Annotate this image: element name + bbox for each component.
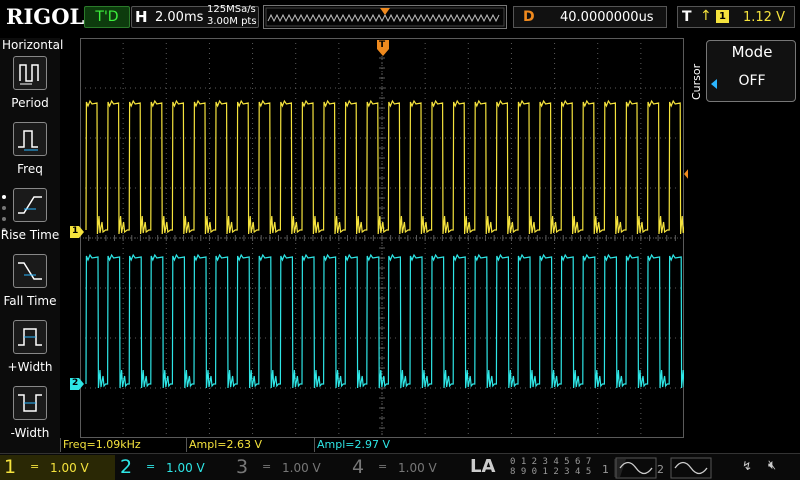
measure-freq-button[interactable]: Freq [0,122,60,184]
dc-coupling-icon: = [146,460,156,473]
logic-channels-row-1: 0 1 2 3 4 5 6 7 [510,457,592,467]
channel-status-bar: 1 = 1.00 V 2 = 1.00 V 3 = 1.00 V 4 = 1.0… [0,453,800,480]
run-status-badge[interactable]: T'D [84,6,130,28]
menu-item-label: Fall Time [3,294,57,308]
channel-1-marker[interactable]: 1 [70,226,84,238]
channel-number: 2 [120,456,133,478]
measurement-results-bar: Freq=1.09kHz Ampl=2.63 V Ampl=2.97 V [60,438,800,452]
horizontal-label: H [135,8,148,26]
graticule [79,37,685,439]
channel-number: 3 [236,456,249,478]
sample-rate-info: 125MSa/s 3.00M pts [207,4,257,28]
measure-positive-width-button[interactable]: +Width [0,320,60,382]
delay-value: 40.0000000us [560,10,654,25]
channel-scale: 1.00 V [398,461,437,475]
channel-number: 1 [4,456,17,478]
channel-number: 4 [352,456,365,478]
memory-overview-bar[interactable] [263,5,507,29]
measurement-ampl-ch2[interactable]: Ampl=2.97 V [314,438,442,452]
cursor-mode-value: OFF [738,73,766,89]
usb-icon: ↯ [742,459,753,473]
menu-item-label: +Width [7,360,53,374]
memory-depth: 3.00M pts [207,16,257,27]
logic-analyzer-button[interactable]: LA [470,456,495,477]
trigger-source-badge: 1 [716,10,729,23]
menu-item-label: Rise Time [0,228,60,242]
measure-menu: Horizontal Period Freq Rise Time Fall Ti… [0,38,64,453]
dc-coupling-icon: = [262,460,272,473]
measure-negative-width-button[interactable]: -Width [0,386,60,448]
menu-title: Horizontal [2,38,64,52]
speaker-muted-icon[interactable]: 🔇︎ [768,458,776,473]
generator-number: 1 [602,463,609,476]
trigger-level-value: 1.12 V [743,10,785,25]
measure-fall-time-button[interactable]: Fall Time [0,254,60,316]
logic-channels-row-2: 8 9 0 1 2 3 4 5 [510,467,592,477]
channel-1-status[interactable]: 1 = 1.00 V [0,455,115,480]
channel-2-marker[interactable]: 2 [70,378,84,390]
trigger-label: T [682,9,692,25]
measure-period-button[interactable]: Period [0,56,60,118]
frequency-icon [13,122,47,156]
generator-number: 2 [657,463,664,476]
top-status-bar: RIGOL T'D H 2.00ms 125MSa/s 3.00M pts D … [0,0,800,36]
channel-scale: 1.00 V [50,461,89,475]
rising-edge-icon: ↑ [700,8,712,24]
negative-width-icon [13,386,47,420]
waveform-grid [79,37,690,439]
positive-width-icon [13,320,47,354]
sample-rate: 125MSa/s [207,4,256,15]
trigger-position-marker[interactable]: T [377,40,389,56]
cursor-mode-label: Mode [731,43,773,61]
brand-logo: RIGOL [6,4,85,29]
channel-2-status[interactable]: 2 = 1.00 V [116,455,231,480]
channel-4-status[interactable]: 4 = 1.00 V [348,455,463,480]
timebase-value: 2.00ms [155,10,204,25]
cursor-menu-title: Cursor [690,63,703,100]
sine-wave-icon [670,457,712,479]
menu-item-label: Period [11,96,49,110]
channel-scale: 1.00 V [166,461,205,475]
channel-scale: 1.00 V [282,461,321,475]
waveform-display[interactable] [79,37,690,439]
menu-item-label: -Width [10,426,50,440]
marker-label: T [379,40,386,50]
generator-2-status[interactable]: 2 [655,457,735,479]
measure-rise-time-button[interactable]: Rise Time [0,188,60,250]
fall-time-icon [13,254,47,288]
marker-label: 2 [72,378,79,388]
dc-coupling-icon: = [30,460,40,473]
menu-item-label: Freq [17,162,43,176]
overview-trigger-marker [380,8,390,15]
rise-time-icon [13,188,47,222]
memory-overview-waveform [265,7,505,27]
marker-label: 1 [72,226,79,236]
measurement-freq[interactable]: Freq=1.09kHz [60,438,186,452]
logic-channel-indicator: 0 1 2 3 4 5 6 7 8 9 0 1 2 3 4 5 [510,457,591,477]
cursor-mode-button[interactable]: Mode OFF [706,40,796,102]
measurement-ampl-ch1[interactable]: Ampl=2.63 V [186,438,314,452]
channel-3-status[interactable]: 3 = 1.00 V [232,455,347,480]
dc-coupling-icon: = [378,460,388,473]
delay-label: D [523,9,535,25]
period-icon [13,56,47,90]
